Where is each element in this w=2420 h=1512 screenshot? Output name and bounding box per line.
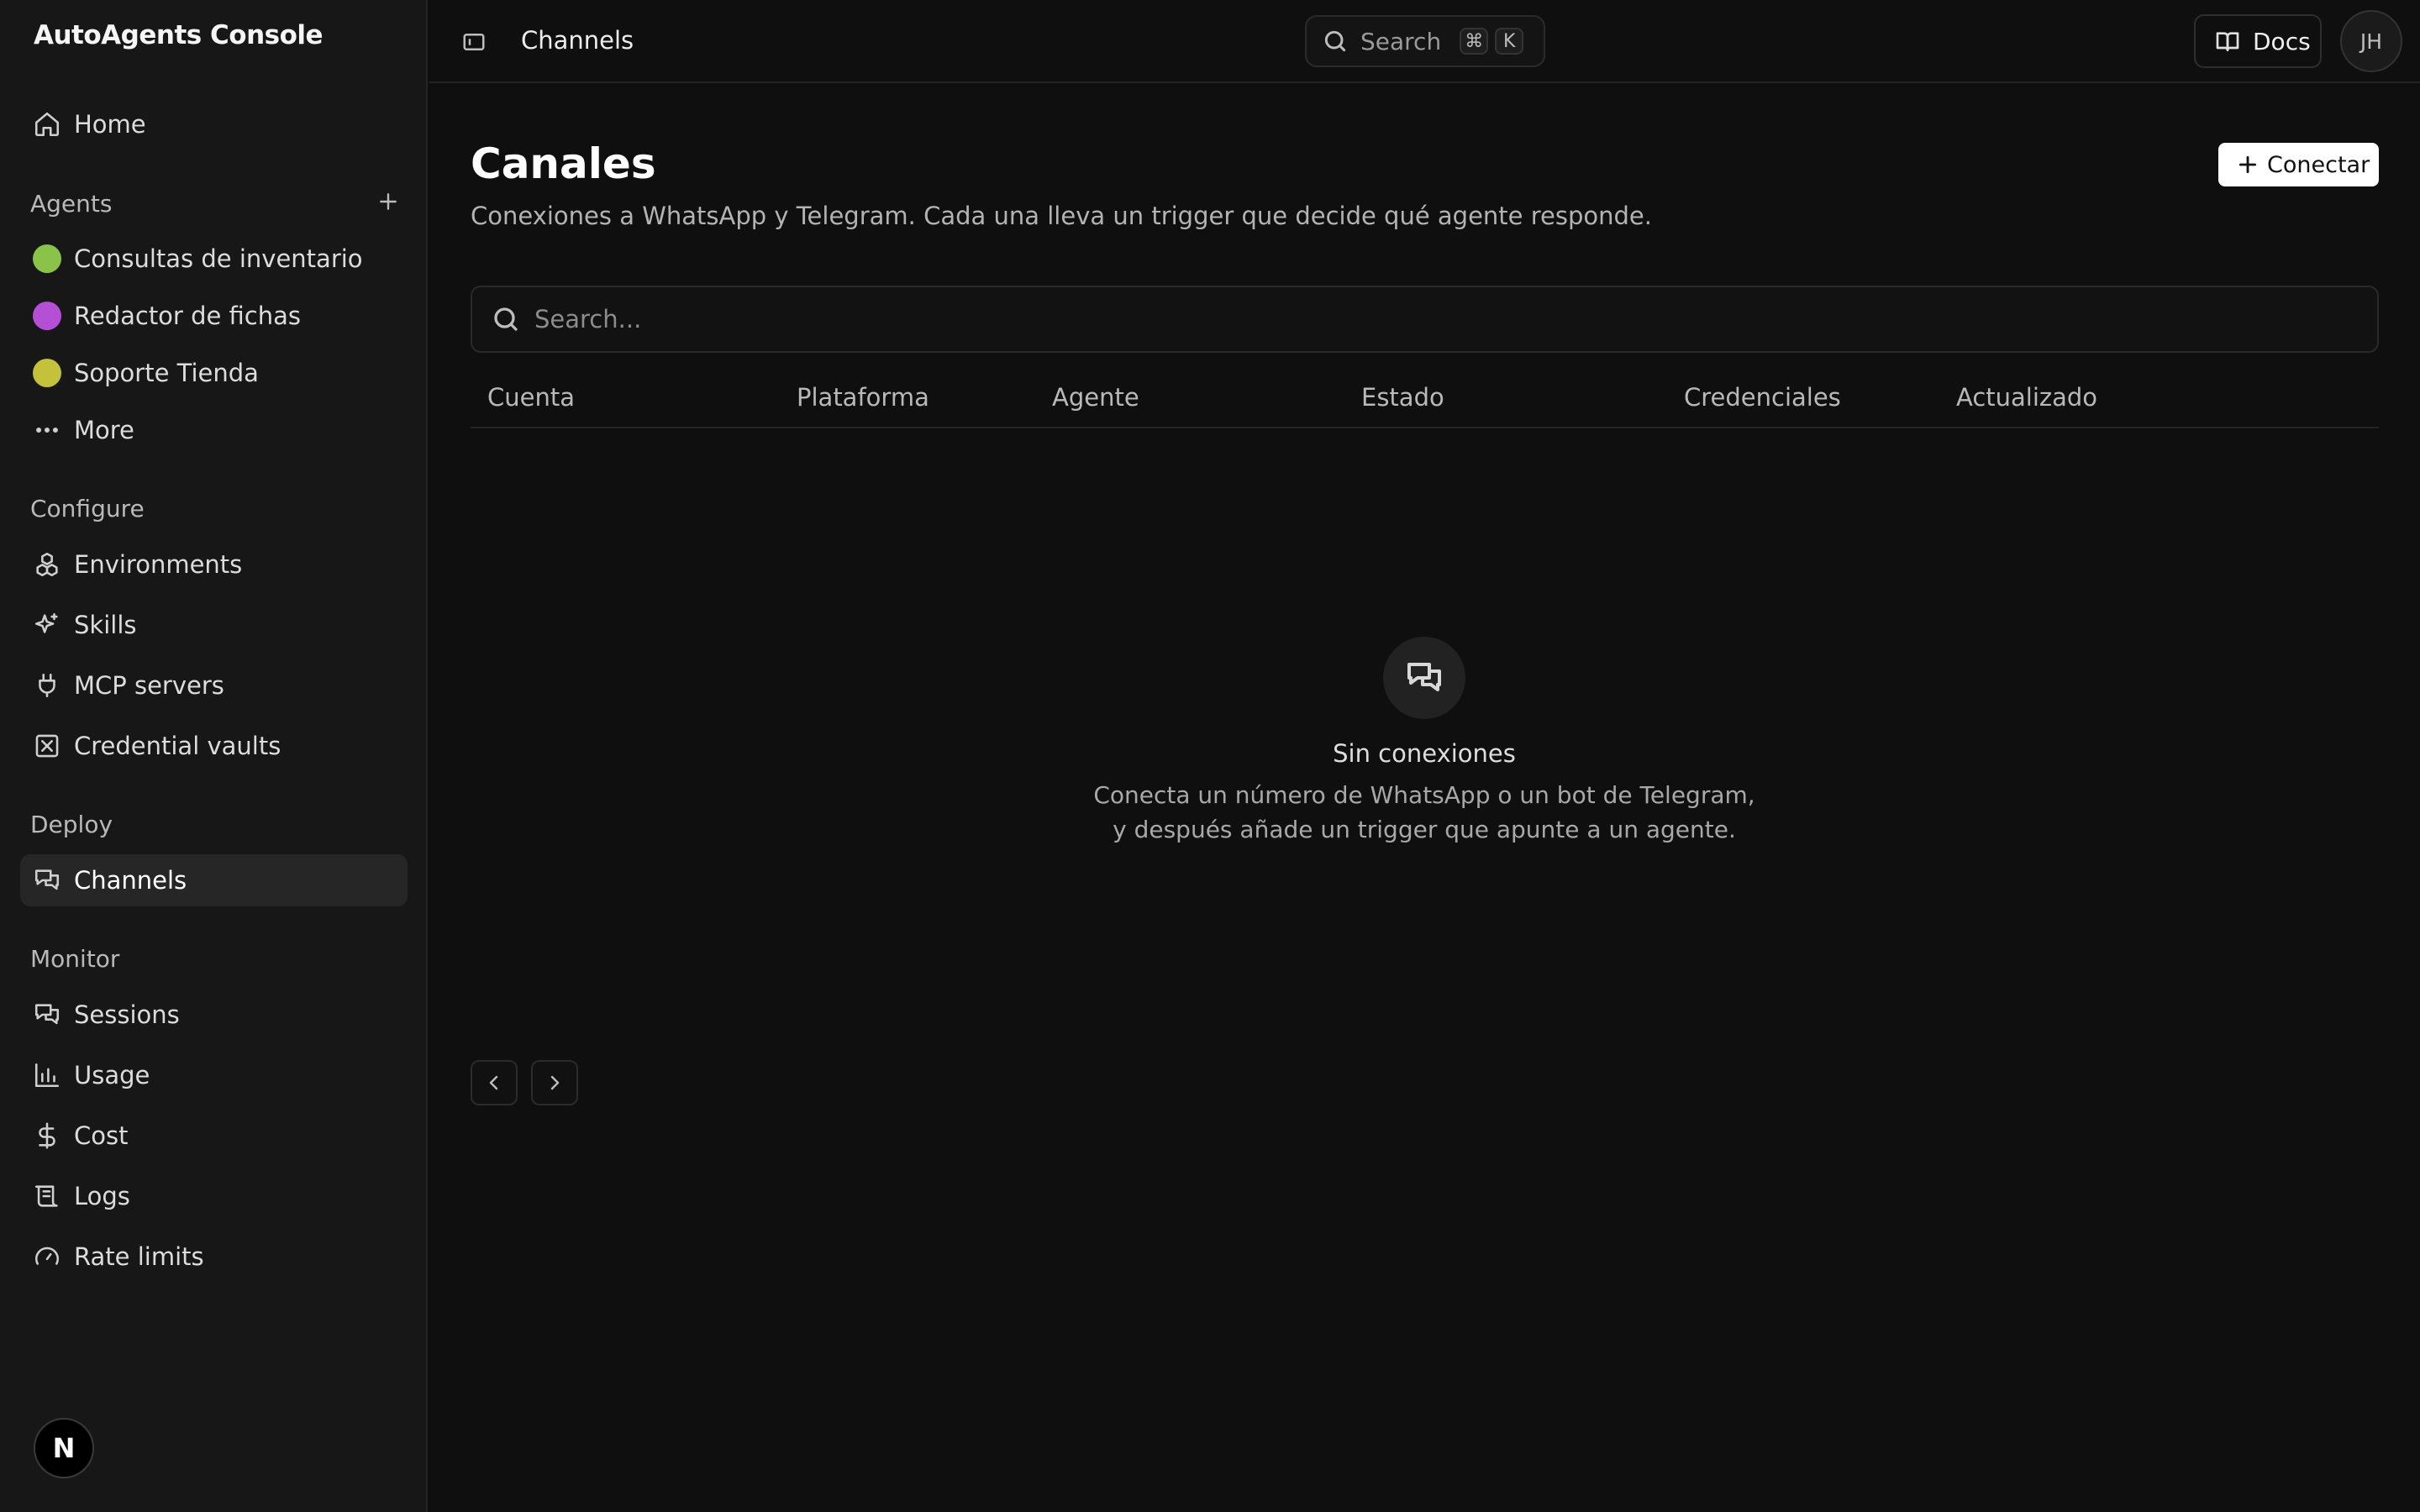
topbar: Channels Search ⌘ K Docs JH (429, 0, 2420, 83)
sidebar-item-agent[interactable]: Soporte Tienda (20, 347, 408, 399)
connect-label: Conectar (2267, 151, 2370, 178)
column-header-cuenta[interactable]: Cuenta (487, 383, 575, 412)
chart-icon (32, 1060, 62, 1090)
channels-icon (32, 865, 62, 895)
search-icon (494, 307, 518, 331)
sidebar-item-credential-vaults[interactable]: Credential vaults (20, 720, 408, 772)
sidebar-item-sessions[interactable]: Sessions (20, 989, 408, 1041)
shortcut-key: K (1495, 28, 1524, 55)
sidebar-item-label: Soporte Tienda (74, 359, 259, 387)
column-header-agente[interactable]: Agente (1052, 383, 1139, 412)
sidebar-item-label: Environments (74, 550, 243, 579)
user-avatar[interactable]: JH (2340, 10, 2402, 72)
docs-button[interactable]: Docs (2194, 14, 2322, 68)
sidebar: AutoAgents Console Home Agents Consultas… (0, 0, 428, 1512)
sessions-icon (32, 1000, 62, 1030)
search-icon (1324, 30, 1346, 52)
agent-color-dot (33, 359, 61, 387)
chevron-left-icon (489, 1075, 498, 1090)
sidebar-item-label: Redactor de fichas (74, 302, 302, 330)
search-input[interactable] (534, 305, 2299, 333)
table-header: Cuenta Plataforma Agente Estado Credenci… (471, 370, 2379, 428)
sidebar-item-label: Skills (74, 611, 137, 639)
add-agent-button[interactable] (373, 186, 403, 217)
previous-page-button[interactable] (471, 1060, 518, 1105)
breadcrumb: Channels (521, 26, 634, 55)
sidebar-item-label: Logs (74, 1182, 130, 1210)
column-header-estado[interactable]: Estado (1361, 383, 1444, 412)
section-monitor: Monitor (30, 945, 120, 973)
sidebar-item-label: MCP servers (74, 671, 224, 700)
sidebar-item-label: Usage (74, 1061, 150, 1089)
vault-icon (32, 731, 62, 761)
sidebar-item-logs[interactable]: Logs (20, 1170, 408, 1222)
sidebar-item-label: Credential vaults (74, 732, 281, 760)
next-page-button[interactable] (531, 1060, 578, 1105)
plug-icon (32, 670, 62, 701)
sidebar-item-label: More (74, 416, 134, 444)
section-agents: Agents (30, 190, 113, 218)
sidebar-item-label: Sessions (74, 1000, 180, 1029)
sidebar-item-label: Cost (74, 1121, 129, 1150)
home-icon (32, 109, 62, 139)
workspace-avatar[interactable]: N (34, 1418, 94, 1478)
column-header-credenciales[interactable]: Credenciales (1684, 383, 1841, 412)
book-icon (2216, 32, 2239, 51)
search-label: Search (1360, 27, 1442, 55)
sidebar-item-rate-limits[interactable]: Rate limits (20, 1231, 408, 1283)
gauge-icon (32, 1242, 62, 1272)
agent-color-dot (33, 244, 61, 273)
channels-icon (1407, 663, 1441, 691)
shortcut-key: ⌘ (1460, 28, 1489, 55)
sidebar-item-more[interactable]: More (20, 404, 408, 456)
column-header-plataforma[interactable]: Plataforma (797, 383, 929, 412)
sidebar-item-environments[interactable]: Environments (20, 538, 408, 591)
plus-icon (2238, 155, 2257, 174)
sidebar-item-channels[interactable]: Channels (20, 854, 408, 906)
global-search-button[interactable]: Search ⌘ K (1305, 15, 1545, 67)
sidebar-item-agent[interactable]: Redactor de fichas (20, 290, 408, 342)
sidebar-toggle-button[interactable] (458, 26, 490, 58)
agent-color-dot (33, 302, 61, 330)
sidebar-item-label: Consultas de inventario (74, 244, 363, 273)
channels-search (471, 286, 2379, 353)
empty-state-description: Conecta un número de WhatsApp o un bot d… (1093, 781, 1755, 843)
sidebar-item-skills[interactable]: Skills (20, 599, 408, 651)
sidebar-item-home[interactable]: Home (20, 98, 408, 150)
plus-icon (380, 193, 397, 210)
page-subtitle: Conexiones a WhatsApp y Telegram. Cada u… (471, 202, 1652, 230)
connect-button[interactable]: Conectar (2218, 143, 2379, 186)
sidebar-item-cost[interactable]: Cost (20, 1110, 408, 1162)
dollar-icon (32, 1121, 62, 1151)
sidebar-item-label: Channels (74, 866, 187, 895)
sidebar-item-agent[interactable]: Consultas de inventario (20, 233, 408, 285)
section-configure: Configure (30, 495, 145, 522)
empty-state-icon (1383, 637, 1465, 719)
sidebar-toggle-icon (463, 34, 485, 50)
sparkles-icon (32, 610, 62, 640)
logs-icon (32, 1181, 62, 1211)
empty-state-title: Sin conexiones (1333, 739, 1516, 768)
boxes-icon (32, 549, 62, 580)
chevron-right-icon (550, 1075, 560, 1090)
section-deploy: Deploy (30, 811, 113, 838)
docs-label: Docs (2253, 27, 2311, 55)
sidebar-item-mcp-servers[interactable]: MCP servers (20, 659, 408, 711)
column-header-actualizado[interactable]: Actualizado (1956, 383, 2097, 412)
sidebar-item-usage[interactable]: Usage (20, 1049, 408, 1101)
page-title: Canales (471, 139, 656, 188)
sidebar-item-label: Rate limits (74, 1242, 204, 1271)
app-brand: AutoAgents Console (34, 20, 324, 50)
sidebar-item-label: Home (74, 110, 146, 139)
more-icon (32, 415, 62, 445)
